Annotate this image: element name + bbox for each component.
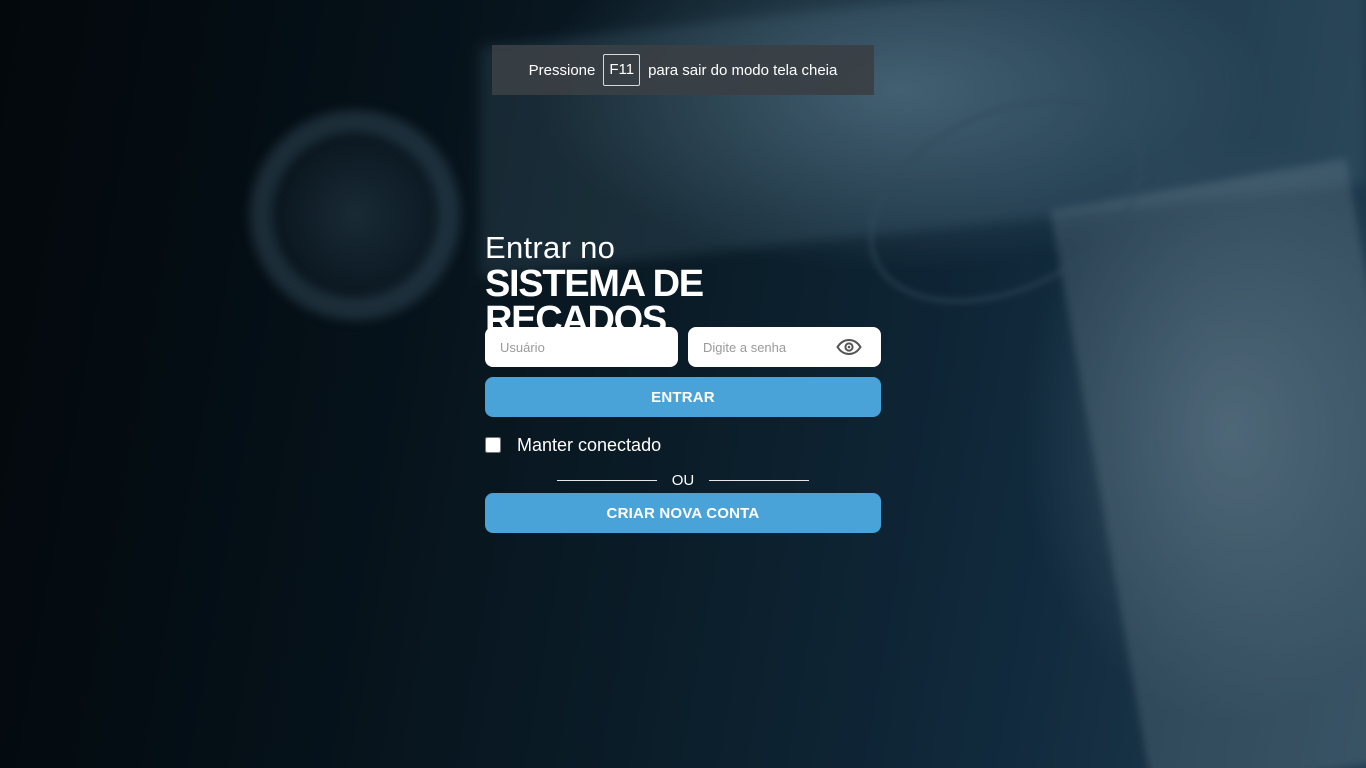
login-form: Entrar no SISTEMA DE RECADOS ENTRAR Mant… bbox=[485, 230, 881, 533]
f11-key-badge: F11 bbox=[603, 54, 641, 86]
fullscreen-notice-suffix: para sair do modo tela cheia bbox=[648, 61, 838, 79]
fullscreen-notice: Pressione F11 para sair do modo tela che… bbox=[492, 45, 874, 95]
eye-icon-graphic bbox=[836, 339, 862, 355]
username-field-wrapper bbox=[485, 327, 678, 367]
fullscreen-notice-prefix: Pressione bbox=[528, 61, 596, 79]
password-field-wrapper bbox=[688, 327, 881, 367]
eye-icon[interactable] bbox=[836, 339, 862, 355]
divider-line-left bbox=[556, 479, 657, 481]
keep-connected-checkbox[interactable] bbox=[485, 437, 501, 453]
divider-line-right bbox=[709, 479, 810, 481]
divider-text: OU bbox=[671, 471, 695, 489]
login-title-small: Entrar no bbox=[485, 230, 616, 265]
or-divider: OU bbox=[485, 470, 881, 490]
keep-connected-row: Manter conectado bbox=[485, 435, 881, 455]
enter-button[interactable]: ENTRAR bbox=[485, 377, 881, 417]
login-title-big: SISTEMA DE RECADOS bbox=[485, 263, 704, 341]
keep-connected-label[interactable]: Manter conectado bbox=[517, 435, 661, 456]
password-input[interactable] bbox=[703, 339, 830, 355]
username-input[interactable] bbox=[500, 339, 663, 355]
create-account-button[interactable]: CRIAR NOVA CONTA bbox=[485, 493, 881, 533]
credentials-row bbox=[485, 327, 881, 367]
